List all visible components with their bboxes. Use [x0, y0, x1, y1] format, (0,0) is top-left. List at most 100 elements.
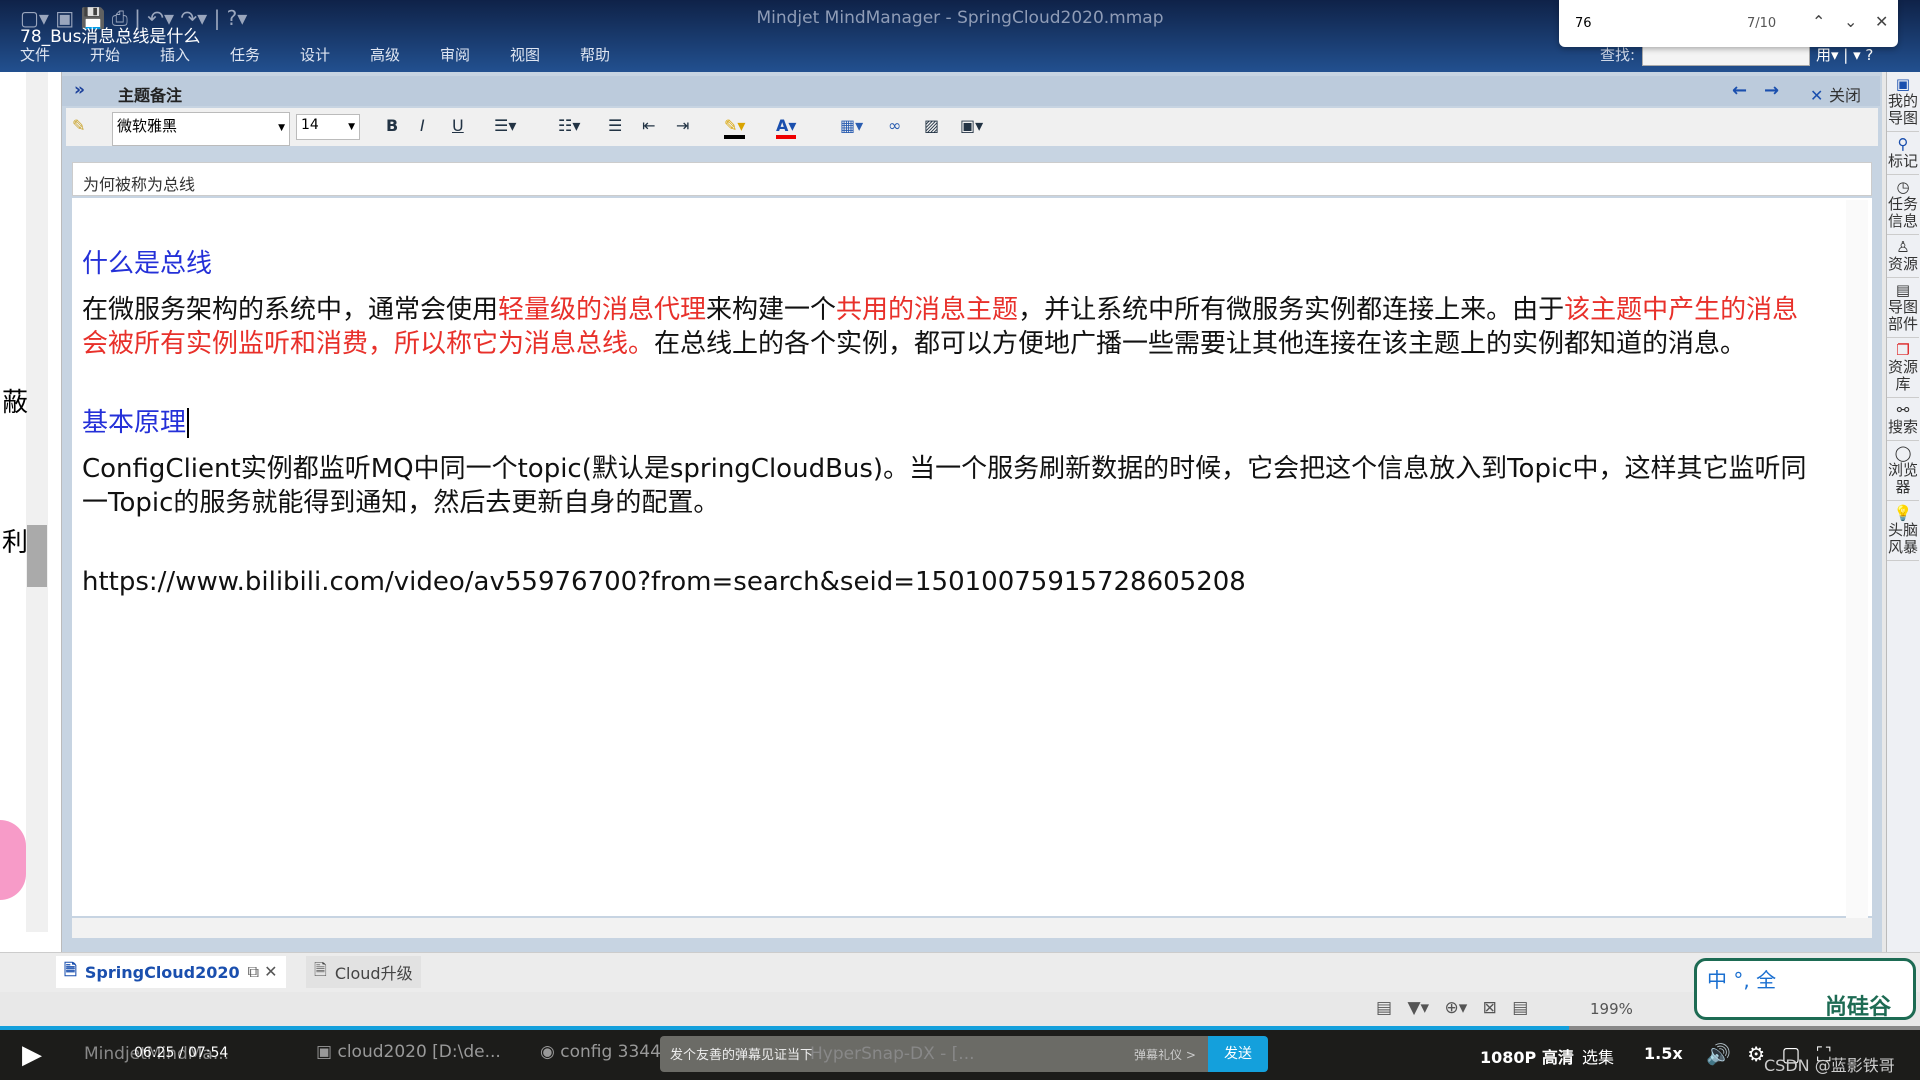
- close-panel-button[interactable]: ✕ 关闭: [1810, 82, 1861, 106]
- help-icon[interactable]: 用▾ | ▾ ?: [1816, 44, 1873, 65]
- menu-review[interactable]: 审阅: [440, 44, 510, 65]
- paragraph-bus-definition: 在微服务架构的系统中，通常会使用轻量级的消息代理来构建一个共用的消息主题，并让系…: [82, 293, 1822, 361]
- zoom-level[interactable]: 199%: [1590, 1000, 1633, 1018]
- taskbar-chrome[interactable]: ◉ config 3344: [540, 1042, 661, 1062]
- collapse-panel-icon[interactable]: »: [74, 80, 85, 100]
- underline-button[interactable]: U: [452, 116, 464, 135]
- document-tabs: [0, 952, 1920, 992]
- heading-what-is-bus: 什么是总线: [82, 249, 213, 279]
- find-prev-icon[interactable]: ⌃: [1812, 12, 1825, 31]
- tab-label: Cloud升级: [334, 964, 413, 983]
- italic-button[interactable]: I: [420, 116, 425, 135]
- chevron-down-icon: ▼: [348, 122, 355, 132]
- taskbar-label: cloud2020 [D:\de...: [337, 1042, 501, 1062]
- find-next-icon[interactable]: ⌄: [1844, 12, 1857, 31]
- next-note-icon[interactable]: →: [1764, 80, 1779, 101]
- menu-design[interactable]: 设计: [300, 44, 370, 65]
- search-input[interactable]: [1642, 44, 1810, 66]
- sidebar-task-info[interactable]: ◷ 任务信息: [1887, 175, 1919, 235]
- close-tab-icon[interactable]: ⧉ ✕: [248, 962, 278, 982]
- menu-bar: 文件 开始 插入 任务 设计 高级 审阅 视图 帮助: [20, 44, 650, 65]
- map-topic-fragment[interactable]: 利: [2, 522, 28, 559]
- format-painter-icon[interactable]: ✎: [72, 116, 85, 135]
- body-text: 来构建一个: [706, 295, 837, 325]
- find-bar: 76 7/10 ⌃ ⌄ ✕: [1559, 0, 1898, 47]
- status-icons[interactable]: ▤ ▼▾ ⊕▾ ⊠ ▤: [1376, 998, 1528, 1018]
- danmaku-placeholder: 发个友善的弹幕见证当下: [670, 1048, 814, 1063]
- right-sidebar: ▣ 我的导图 ⚲ 标记 ◷ 任务信息 ♙ 资源 ▤ 导图部件 ❐ 资源库 ⚯ 搜索 ◯ 浏览器 …: [1886, 72, 1920, 952]
- note-horizontal-scrollbar[interactable]: [72, 918, 1872, 938]
- sidebar-my-maps[interactable]: ▣ 我的导图: [1887, 72, 1919, 132]
- panel-title: 主题备注: [118, 86, 183, 105]
- highlight-text: 轻量级的消息代理: [498, 295, 707, 325]
- body-text: 在总线上的各个实例，都可以方便地广播一些需要让其他连接在该主题上的实例都知道的消…: [654, 329, 1747, 359]
- video-player-controls: ▶ MindjetMindMa... 06:25 / 07:54 ▣ cloud…: [0, 1030, 1920, 1080]
- find-close-icon[interactable]: ✕: [1875, 12, 1888, 31]
- body-text: ，并让系统中所有微服务实例都连接上来。由于: [1018, 295, 1565, 325]
- sidebar-brainstorm[interactable]: 💡 头脑风暴: [1887, 501, 1919, 561]
- paragraph-principle: ConfigClient实例都监听MQ中同一个topic(默认是springCl…: [82, 454, 1807, 518]
- date-insert-icon[interactable]: ▣▾: [960, 116, 983, 135]
- font-family-select[interactable]: 微软雅黑 ▼: [112, 112, 290, 146]
- indent-icon[interactable]: ⇥: [676, 116, 689, 135]
- chevron-down-icon: ▼: [278, 123, 285, 133]
- menu-help[interactable]: 帮助: [580, 44, 650, 65]
- heading-text: 基本原理: [82, 408, 187, 438]
- highlight-color-icon[interactable]: ✎▾: [724, 116, 746, 139]
- find-count: 7/10: [1747, 16, 1777, 31]
- find-input[interactable]: 76: [1575, 16, 1592, 31]
- align-icon[interactable]: ☰▾: [494, 116, 516, 135]
- logo-text: 尚硅谷: [1825, 995, 1892, 1020]
- mindmap-file-icon: 🗎: [64, 959, 77, 979]
- text-cursor: [187, 408, 190, 438]
- table-icon[interactable]: ▦▾: [840, 116, 863, 135]
- menu-home[interactable]: 开始: [90, 44, 160, 65]
- bullet-list-icon[interactable]: ☰: [608, 116, 622, 135]
- menu-view[interactable]: 视图: [510, 44, 580, 65]
- tab-label: SpringCloud2020: [84, 962, 240, 982]
- search-label: 查找:: [1600, 46, 1636, 64]
- note-topic-title: 为何被称为总线: [72, 162, 1872, 196]
- sidebar-search[interactable]: ⚯ 搜索: [1887, 398, 1919, 441]
- sidebar-browser[interactable]: ◯ 浏览器: [1887, 441, 1919, 501]
- map-vertical-scrollbar[interactable]: [26, 72, 48, 932]
- taskbar-hypersnap[interactable]: HyperSnap-DX - [...: [810, 1044, 975, 1064]
- sidebar-map-parts[interactable]: ▤ 导图部件: [1887, 278, 1919, 338]
- menu-file[interactable]: 文件: [20, 44, 90, 65]
- size-value: 14: [301, 117, 319, 133]
- ime-indicator: 中 °, 全: [1707, 968, 1777, 992]
- image-icon[interactable]: ▨: [924, 116, 939, 135]
- font-size-select[interactable]: 14 ▼: [296, 114, 360, 140]
- map-scroll-thumb[interactable]: [27, 525, 47, 587]
- font-value: 微软雅黑: [117, 117, 178, 135]
- notes-panel-header: [62, 76, 1880, 106]
- body-text: 在微服务架构的系统中，通常会使用: [82, 295, 499, 325]
- menu-advanced[interactable]: 高级: [370, 44, 440, 65]
- bold-button[interactable]: B: [386, 116, 398, 135]
- quality-selector[interactable]: 1080P 高清: [1480, 1044, 1574, 1068]
- menu-task[interactable]: 任务: [230, 44, 300, 65]
- send-danmaku-button[interactable]: 发送: [1208, 1036, 1268, 1072]
- menu-insert[interactable]: 插入: [160, 44, 230, 65]
- sidebar-resources[interactable]: ♙ 资源: [1887, 235, 1919, 278]
- outdent-icon[interactable]: ⇤: [642, 116, 655, 135]
- speed-selector[interactable]: 1.5x: [1644, 1044, 1683, 1063]
- font-color-icon[interactable]: A▾: [776, 116, 797, 139]
- numbered-list-icon[interactable]: ☷▾: [558, 116, 580, 135]
- sidebar-markers[interactable]: ⚲ 标记: [1887, 132, 1919, 175]
- link-icon[interactable]: ∞: [888, 116, 901, 135]
- sidebar-library[interactable]: ❐ 资源库: [1887, 338, 1919, 398]
- danmaku-input[interactable]: 发个友善的弹幕见证当下 HyperSnap-DX - [... 弹幕礼仪 >: [660, 1036, 1208, 1072]
- taskbar-intellij[interactable]: ▣ cloud2020 [D:\de...: [316, 1042, 501, 1062]
- danmaku-etiquette-link[interactable]: 弹幕礼仪 >: [1134, 1046, 1196, 1063]
- tab-cloud-upgrade[interactable]: 🗎 Cloud升级: [306, 956, 421, 988]
- play-icon[interactable]: ▶: [22, 1040, 42, 1070]
- prev-note-icon[interactable]: ←: [1732, 80, 1747, 101]
- mindmap-file-icon: 🗎: [314, 959, 327, 979]
- episodes-button[interactable]: 选集: [1582, 1044, 1614, 1068]
- map-topic-fragment[interactable]: 蔽: [2, 382, 28, 419]
- video-link-text: https://www.bilibili.com/video/av5597670…: [82, 567, 1246, 597]
- video-time: 06:25 / 07:54: [134, 1045, 229, 1061]
- tab-springcloud2020[interactable]: 🗎 SpringCloud2020 ⧉ ✕: [56, 956, 286, 988]
- note-vertical-scrollbar[interactable]: [1846, 200, 1868, 918]
